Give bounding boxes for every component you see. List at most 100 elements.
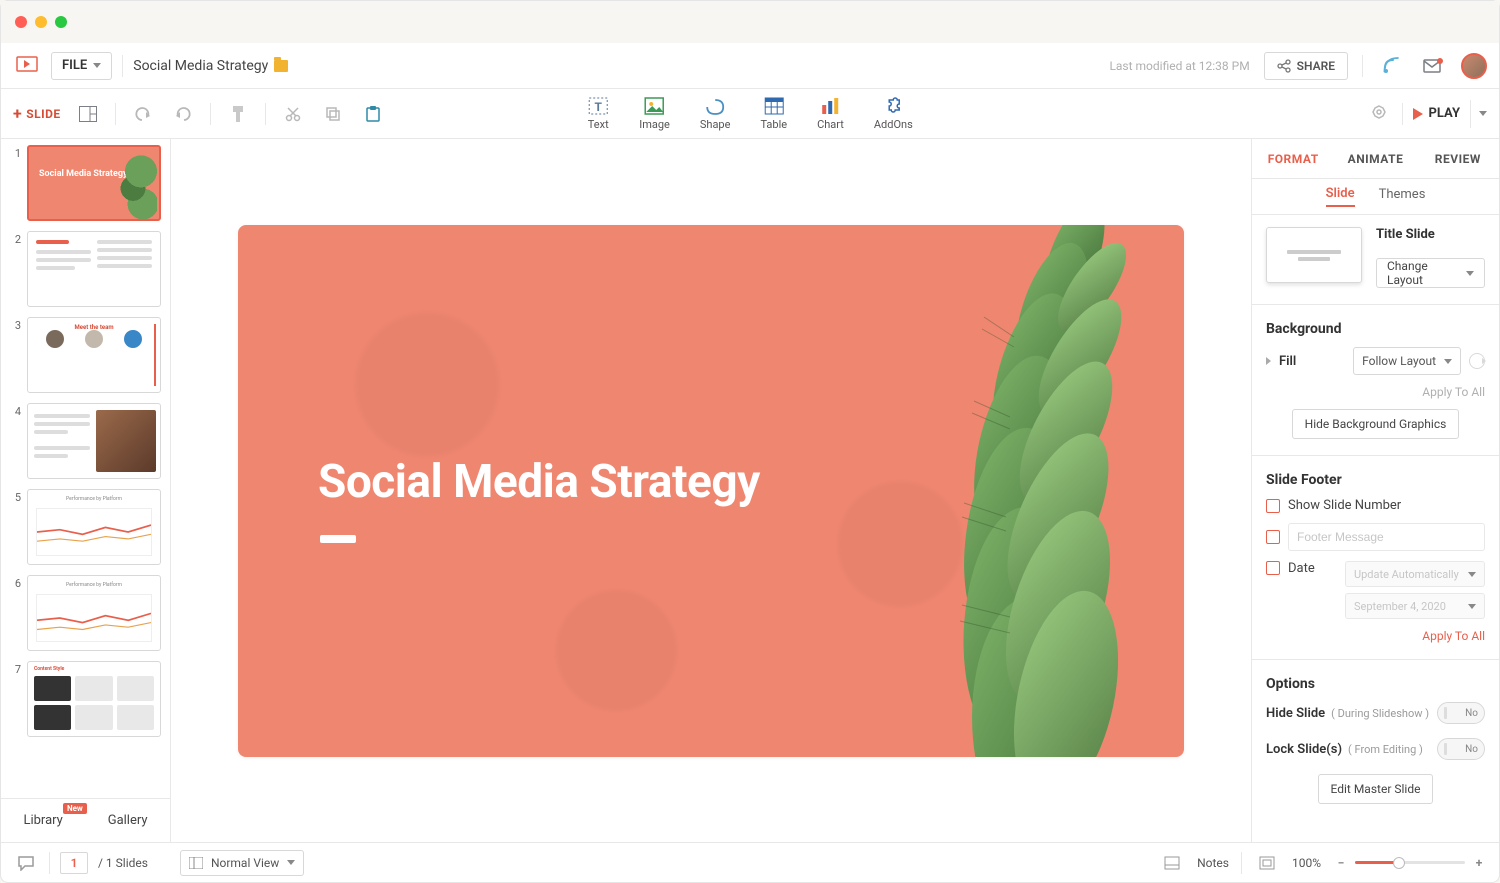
lock-slide-label: Lock Slide(s) <box>1266 742 1342 757</box>
zoom-slider[interactable]: − + <box>1333 856 1487 870</box>
lock-slide-toggle[interactable]: No <box>1437 738 1485 760</box>
zoom-knob[interactable] <box>1393 857 1405 869</box>
slide-thumb-5[interactable]: Performance by Platform <box>27 489 161 565</box>
redo-button[interactable] <box>170 101 196 127</box>
broadcast-icon[interactable] <box>1377 52 1405 80</box>
apply-to-all-footer[interactable]: Apply To All <box>1422 629 1485 643</box>
footer-date-checkbox[interactable] <box>1266 561 1280 575</box>
options-section-title: Options <box>1266 676 1485 692</box>
show-slide-number-checkbox[interactable] <box>1266 499 1280 513</box>
tab-animate-label: ANIMATE <box>1348 152 1404 166</box>
subtab-themes[interactable]: Themes <box>1379 187 1426 206</box>
notes-icon[interactable] <box>1159 850 1185 876</box>
comments-icon[interactable] <box>13 850 39 876</box>
format-painter-button[interactable] <box>225 101 251 127</box>
show-slide-number-label: Show Slide Number <box>1288 498 1401 513</box>
library-tab-label: Library <box>23 813 62 828</box>
slide-thumb-2[interactable] <box>27 231 161 307</box>
play-icon <box>1413 108 1423 120</box>
change-layout-label: Change Layout <box>1387 259 1460 287</box>
gallery-tab-label: Gallery <box>108 813 148 828</box>
layout-preview[interactable] <box>1266 227 1362 283</box>
edit-master-slide-label: Edit Master Slide <box>1331 782 1421 796</box>
layout-icon[interactable] <box>75 101 101 127</box>
notifications-icon[interactable] <box>1419 52 1447 80</box>
cut-button[interactable] <box>280 101 306 127</box>
insert-table-label: Table <box>760 118 787 131</box>
view-mode-select[interactable]: Normal View <box>180 850 304 876</box>
window-minimize-dot[interactable] <box>35 16 47 28</box>
zoom-track[interactable] <box>1355 861 1465 864</box>
slide-thumb-7[interactable]: Content Style <box>27 661 161 737</box>
slide-thumb-3[interactable]: Meet the team <box>27 317 161 393</box>
add-slide-button[interactable]: + SLIDE <box>13 104 61 123</box>
slide-title-text[interactable]: Social Media Strategy <box>318 455 760 509</box>
footer-message-checkbox[interactable] <box>1266 530 1280 544</box>
window-close-dot[interactable] <box>15 16 27 28</box>
share-button[interactable]: SHARE <box>1264 52 1348 80</box>
user-avatar[interactable] <box>1461 53 1487 79</box>
thumb-plant-graphic <box>117 151 157 219</box>
panel-body: Title Slide Change Layout Background Fil… <box>1252 215 1499 842</box>
chevron-down-icon <box>1468 604 1476 609</box>
play-button[interactable]: PLAY <box>1413 106 1460 121</box>
insert-shape-label: Shape <box>700 118 731 131</box>
layout-name: Title Slide <box>1376 227 1485 242</box>
tab-animate[interactable]: ANIMATE <box>1334 139 1416 178</box>
thumb-number: 6 <box>11 575 21 651</box>
document-title[interactable]: Social Media Strategy <box>133 58 288 74</box>
insert-table-button[interactable]: Table <box>760 96 787 131</box>
edit-master-slide-button[interactable]: Edit Master Slide <box>1318 774 1434 804</box>
file-menu-button[interactable]: FILE <box>51 52 112 80</box>
slide-canvas[interactable]: Social Media Strategy <box>238 225 1184 757</box>
copy-button[interactable] <box>320 101 346 127</box>
canvas-viewport[interactable]: Social Media Strategy <box>171 139 1251 842</box>
thumb-number: 5 <box>11 489 21 565</box>
view-icon <box>189 857 203 869</box>
zoom-out-button[interactable]: − <box>1333 856 1349 870</box>
paste-button[interactable] <box>360 101 386 127</box>
slide-thumb-1[interactable]: Social Media Strategy <box>27 145 161 221</box>
fit-to-screen-icon[interactable] <box>1254 850 1280 876</box>
notes-label[interactable]: Notes <box>1197 856 1229 870</box>
subtab-slide[interactable]: Slide <box>1326 186 1355 207</box>
undo-button[interactable] <box>130 101 156 127</box>
apply-to-all-bg[interactable]: Apply To All <box>1422 385 1485 399</box>
chevron-down-icon <box>1466 271 1474 276</box>
share-icon <box>1277 59 1291 73</box>
slide-thumb-4[interactable] <box>27 403 161 479</box>
tab-format[interactable]: FORMAT <box>1252 139 1334 178</box>
view-mode-label: Normal View <box>211 856 279 870</box>
play-label: PLAY <box>1429 106 1460 121</box>
reset-fill-icon[interactable] <box>1469 353 1485 369</box>
change-layout-button[interactable]: Change Layout <box>1376 258 1485 288</box>
tab-review[interactable]: REVIEW <box>1417 139 1499 178</box>
app-window: FILE Social Media Strategy Last modified… <box>0 0 1500 883</box>
hide-slide-toggle[interactable]: No <box>1437 702 1485 724</box>
insert-image-button[interactable]: Image <box>639 96 670 131</box>
window-zoom-dot[interactable] <box>55 16 67 28</box>
fill-select-value: Follow Layout <box>1362 354 1436 368</box>
insert-shape-button[interactable]: Shape <box>700 96 731 131</box>
footer-message-input[interactable] <box>1288 523 1485 551</box>
play-dropdown[interactable] <box>1470 100 1487 128</box>
current-slide-box[interactable]: 1 <box>60 852 88 874</box>
separator <box>1362 55 1363 77</box>
insert-chart-button[interactable]: Chart <box>817 96 844 131</box>
fill-select[interactable]: Follow Layout <box>1353 347 1461 375</box>
library-tab[interactable]: Library New <box>23 813 62 828</box>
insert-addons-button[interactable]: AddOns <box>874 96 913 131</box>
insert-text-button[interactable]: T Text <box>587 96 609 131</box>
settings-icon[interactable] <box>1366 101 1392 127</box>
zoom-in-button[interactable]: + <box>1471 856 1487 870</box>
gallery-tab[interactable]: Gallery <box>108 813 148 828</box>
panel-tabs: FORMAT ANIMATE REVIEW <box>1252 139 1499 179</box>
folder-icon <box>274 60 288 72</box>
slide-thumb-6[interactable]: Performance by Platform <box>27 575 161 651</box>
hide-bg-graphics-button[interactable]: Hide Background Graphics <box>1292 409 1460 439</box>
slide-thumbnails[interactable]: 1 Social Media Strategy 2 3 <box>1 139 170 798</box>
insert-image-label: Image <box>639 118 670 131</box>
expand-icon[interactable] <box>1266 357 1271 365</box>
footer-section-title: Slide Footer <box>1266 472 1485 488</box>
presentation-icon[interactable] <box>13 52 41 80</box>
